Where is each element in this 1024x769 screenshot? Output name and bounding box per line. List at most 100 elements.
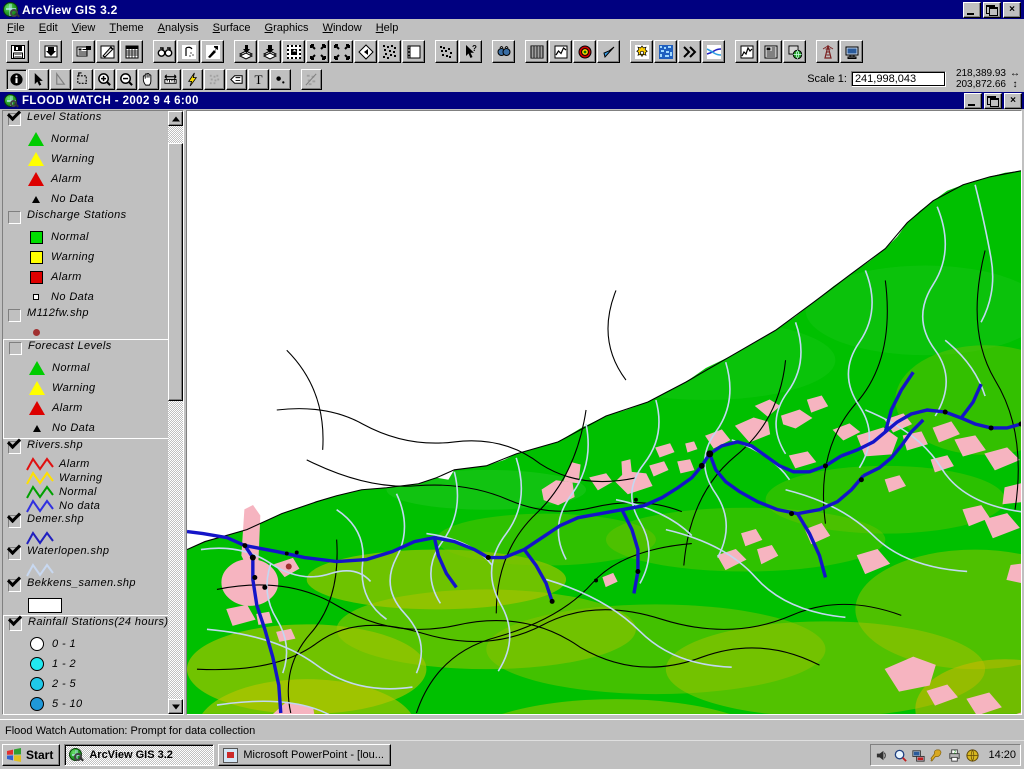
tower-icon[interactable] xyxy=(816,40,839,63)
clear-selected-icon[interactable] xyxy=(258,40,281,63)
zoom-out-icon[interactable] xyxy=(330,40,353,63)
globe-icon[interactable] xyxy=(965,748,980,763)
help-pointer-icon[interactable]: ? xyxy=(459,40,482,63)
text-tool-icon[interactable]: T xyxy=(248,68,269,90)
legend-class-row[interactable]: Warning xyxy=(25,149,169,169)
alarm-target-icon[interactable] xyxy=(573,40,596,63)
legend-theme-rivers-shp[interactable]: Rivers.shp Alarm Warning Normal No data xyxy=(3,439,169,513)
zoom-to-selected-icon[interactable] xyxy=(282,40,305,63)
search-icon[interactable] xyxy=(893,748,908,763)
scrollbar-track[interactable] xyxy=(168,126,183,699)
legend-theme-header[interactable]: Discharge Stations xyxy=(3,209,169,227)
legend-class-row[interactable]: No Data xyxy=(25,189,169,209)
draw-point-icon[interactable] xyxy=(270,68,291,90)
legend-class-row[interactable]: No data xyxy=(25,498,169,513)
taskbar-item-powerpoint[interactable]: Microsoft PowerPoint - [lou... xyxy=(218,744,391,766)
raster-grid-icon[interactable] xyxy=(654,40,677,63)
theme-visibility-checkbox[interactable] xyxy=(8,547,21,560)
legend-class-row[interactable] xyxy=(25,595,169,615)
application-title-bar[interactable]: ArcView GIS 3.2 × xyxy=(0,0,1024,19)
legend-theme-level-stations[interactable]: Level Stations Normal Warning Alarm No Data xyxy=(3,111,169,209)
river-cross-icon[interactable] xyxy=(702,40,725,63)
vertex-edit-icon[interactable] xyxy=(50,68,71,90)
select-features-icon[interactable] xyxy=(234,40,257,63)
restore-button[interactable] xyxy=(983,2,1001,18)
select-box-icon[interactable] xyxy=(72,68,93,90)
internet-globe-icon[interactable] xyxy=(783,40,806,63)
fast-forward-icon[interactable] xyxy=(678,40,701,63)
menu-edit[interactable]: Edit xyxy=(32,21,65,35)
theme-visibility-checkbox[interactable] xyxy=(8,579,21,592)
legend-class-row[interactable]: Alarm xyxy=(25,267,169,287)
save-project-icon[interactable] xyxy=(6,40,29,63)
legend-theme-header[interactable]: Level Stations xyxy=(3,111,169,129)
menu-file[interactable]: File xyxy=(0,21,32,35)
legend-class-row[interactable]: No Data xyxy=(26,418,168,438)
rain-arrow-icon[interactable] xyxy=(597,40,620,63)
hot-link-icon[interactable] xyxy=(182,68,203,90)
open-table-icon[interactable] xyxy=(120,40,143,63)
close-button[interactable]: × xyxy=(1003,2,1021,18)
hydrograph-icon[interactable] xyxy=(735,40,758,63)
view-restore-button[interactable] xyxy=(984,93,1002,109)
monitor-icon[interactable] xyxy=(840,40,863,63)
zoom-active-theme-icon[interactable] xyxy=(378,40,401,63)
edit-legend-icon[interactable] xyxy=(96,40,119,63)
find-icon[interactable] xyxy=(153,40,176,63)
legend-class-row[interactable] xyxy=(25,562,169,577)
printer-icon[interactable]: 2 xyxy=(947,748,962,763)
legend-class-row[interactable]: Normal xyxy=(26,358,168,378)
legend-class-row[interactable] xyxy=(25,325,169,339)
taskbar-item-arcview[interactable]: ArcView GIS 3.2 xyxy=(64,744,215,766)
label-icon[interactable] xyxy=(226,68,247,90)
scroll-up-button[interactable] xyxy=(168,111,183,126)
flood-watch-icon[interactable] xyxy=(492,40,515,63)
legend-theme-discharge-stations[interactable]: Discharge Stations Normal Warning Alarm No D… xyxy=(3,209,169,307)
menu-window[interactable]: Window xyxy=(316,21,369,35)
menu-view[interactable]: View xyxy=(65,21,103,35)
pointer-icon[interactable] xyxy=(28,68,49,90)
legend-class-row[interactable]: Alarm xyxy=(26,398,168,418)
theme-visibility-checkbox[interactable] xyxy=(8,113,21,126)
query-builder-icon[interactable]: ? xyxy=(201,40,224,63)
legend-class-row[interactable] xyxy=(25,530,169,545)
legend-class-row[interactable]: 5 - 10 xyxy=(26,694,168,714)
key-icon[interactable] xyxy=(929,748,944,763)
theme-visibility-checkbox[interactable] xyxy=(8,309,21,322)
theme-visibility-checkbox[interactable] xyxy=(8,211,21,224)
start-button[interactable]: Start xyxy=(2,744,61,766)
menu-theme[interactable]: Theme xyxy=(102,21,150,35)
theme-properties-icon[interactable] xyxy=(72,40,95,63)
menu-analysis[interactable]: Analysis xyxy=(151,21,206,35)
zoom-out-tool-icon[interactable] xyxy=(116,68,137,90)
scroll-down-button[interactable] xyxy=(168,699,183,714)
script-tool-icon[interactable] xyxy=(301,68,322,90)
table-view-icon[interactable] xyxy=(525,40,548,63)
legend-class-row[interactable]: Alarm xyxy=(25,169,169,189)
map-canvas[interactable] xyxy=(186,110,1022,715)
zoom-to-themes-icon[interactable] xyxy=(402,40,425,63)
legend-theme-header[interactable]: Forecast Levels xyxy=(4,340,168,358)
histogram-icon[interactable] xyxy=(435,40,458,63)
theme-visibility-checkbox[interactable] xyxy=(8,515,21,528)
area-of-interest-icon[interactable] xyxy=(204,68,225,90)
view-minimize-button[interactable] xyxy=(964,93,982,109)
identify-icon[interactable] xyxy=(6,68,27,90)
network-icon[interactable] xyxy=(911,748,926,763)
zoom-in-icon[interactable] xyxy=(306,40,329,63)
legend-theme-demer-shp[interactable]: Demer.shp xyxy=(3,513,169,545)
legend-scrollbar[interactable] xyxy=(168,111,183,714)
report-icon[interactable] xyxy=(759,40,782,63)
legend-class-row[interactable]: 0 - 1 xyxy=(26,634,168,654)
legend-theme-m112fw-shp[interactable]: M112fw.shp xyxy=(3,307,169,339)
theme-visibility-checkbox[interactable] xyxy=(8,441,21,454)
table-of-contents[interactable]: Level Stations Normal Warning Alarm No Data D… xyxy=(2,110,184,715)
scrollbar-thumb[interactable] xyxy=(168,143,183,402)
legend-class-row[interactable]: No Data xyxy=(25,287,169,307)
legend-class-row[interactable]: Normal xyxy=(25,227,169,247)
legend-class-row[interactable]: 2 - 5 xyxy=(26,674,168,694)
locate-address-icon[interactable] xyxy=(177,40,200,63)
add-theme-icon[interactable] xyxy=(39,40,62,63)
theme-visibility-checkbox[interactable] xyxy=(9,618,22,631)
legend-theme-forecast-levels[interactable]: Forecast Levels Normal Warning Alarm No Data xyxy=(3,339,169,439)
